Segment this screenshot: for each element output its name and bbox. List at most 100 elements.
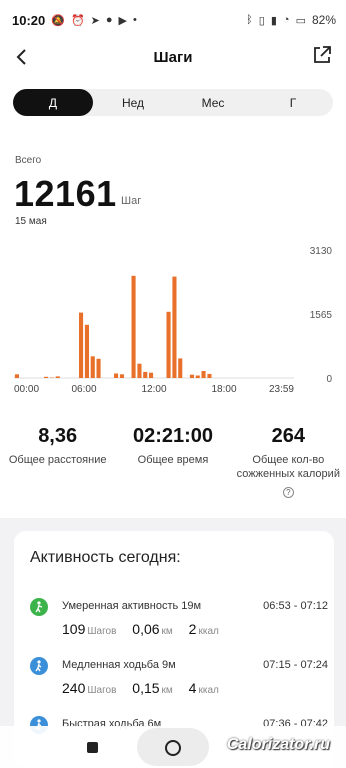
share-button[interactable] bbox=[312, 45, 336, 69]
kcal-unit: ккал bbox=[198, 626, 219, 637]
home-button[interactable] bbox=[137, 728, 209, 766]
steps-unit: Шагов bbox=[87, 626, 117, 637]
alarm-icon: ⏰ bbox=[70, 14, 85, 27]
activity-name: Медленная ходьба 9м bbox=[62, 659, 176, 671]
distance-label: Общее расстояние bbox=[8, 454, 107, 466]
kcal-unit: ккал bbox=[198, 685, 219, 696]
activity-name: Умеренная активность 19м bbox=[62, 600, 202, 612]
system-nav-bar: Calorizator.ru bbox=[0, 726, 346, 768]
bluetooth-icon: ᛒ bbox=[246, 14, 253, 26]
hiking-icon bbox=[30, 598, 48, 616]
activity-steps: 240 bbox=[62, 680, 86, 696]
notification-icons: 🔕 ⏰ ➤ ● ▶ • bbox=[51, 14, 137, 27]
chart-bar bbox=[172, 276, 177, 378]
chart-bar bbox=[195, 375, 200, 378]
status-bar: 10:20 🔕 ⏰ ➤ ● ▶ • ᛒ ▯ ▮ ◔ ▭ 82% bbox=[0, 0, 346, 40]
stat-calories: 264 Общее кол-во сожженных калорий ? bbox=[231, 425, 346, 500]
total-steps: 12161 bbox=[14, 173, 117, 214]
recents-button[interactable] bbox=[87, 742, 98, 753]
signal-icon: ▮ bbox=[270, 14, 277, 27]
activity-values: 109 Шагов 0,06 км 2 ккал bbox=[62, 621, 231, 637]
activity-distance: 0,06 bbox=[132, 621, 160, 637]
activity-time-range: 07:15 - 07:24 bbox=[263, 659, 328, 671]
x-tick-label: 23:59 bbox=[269, 384, 294, 395]
status-time: 10:20 bbox=[12, 12, 46, 28]
period-tabs: Д Нед Мес Г bbox=[13, 89, 333, 116]
watermark: Calorizator.ru bbox=[226, 736, 330, 753]
chart-bar bbox=[84, 324, 89, 378]
km-unit: км bbox=[161, 685, 173, 696]
chart-bar bbox=[189, 374, 194, 378]
chart-bar bbox=[149, 372, 154, 378]
more-notifications-icon: • bbox=[133, 13, 137, 26]
system-icons: ᛒ ▯ ▮ ◔ ▭ 82% bbox=[246, 13, 336, 27]
tab-week[interactable]: Нед bbox=[93, 89, 173, 116]
chart-bar bbox=[131, 275, 136, 378]
chevron-left-icon bbox=[16, 49, 26, 65]
telegram-icon: ➤ bbox=[90, 14, 100, 27]
walking-icon bbox=[30, 657, 48, 675]
y-tick-label: 3130 bbox=[310, 246, 333, 257]
chart-bar bbox=[119, 374, 124, 378]
steps-unit: Шагов bbox=[87, 685, 117, 696]
activity-steps: 109 bbox=[62, 621, 86, 637]
distance-value: 8,36 bbox=[38, 425, 78, 447]
chart-bar bbox=[55, 376, 60, 378]
wifi-icon: ◔ bbox=[282, 14, 290, 26]
chart-bar bbox=[14, 374, 19, 378]
tab-day[interactable]: Д bbox=[13, 89, 93, 116]
vibrate-icon: ▯ bbox=[258, 14, 265, 27]
chart-bar bbox=[114, 373, 119, 378]
chart-bar bbox=[90, 356, 95, 378]
activity-calories: 2 bbox=[188, 621, 197, 637]
share-icon bbox=[314, 46, 331, 63]
x-tick-label: 06:00 bbox=[71, 384, 96, 395]
y-tick-label: 1565 bbox=[310, 310, 333, 321]
total-label: Всего bbox=[15, 155, 42, 166]
steps-bar-chart: 3130 1565 0 00:00 06:00 12:00 18:00 23:59 bbox=[14, 246, 333, 395]
battery-level: 82% bbox=[311, 13, 336, 27]
activity-calories: 4 bbox=[188, 680, 197, 696]
activity-title: Активность сегодня: bbox=[30, 549, 181, 566]
summary-date: 15 мая bbox=[15, 216, 47, 227]
steps-chart: 3130 1565 0 00:00 06:00 12:00 18:00 23:59 bbox=[14, 240, 334, 400]
stat-time: 02:21:00 Общее время bbox=[115, 425, 230, 500]
chart-bar bbox=[96, 358, 101, 378]
stat-distance: 8,36 Общее расстояние bbox=[0, 425, 115, 500]
activity-item[interactable]: Медленная ходьба 9м 07:15 - 07:24 240 Шаг… bbox=[28, 655, 328, 715]
time-value: 02:21:00 bbox=[132, 425, 214, 447]
home-icon bbox=[165, 740, 181, 756]
chart-bar bbox=[178, 358, 183, 378]
chart-bar bbox=[44, 376, 49, 378]
back-button[interactable] bbox=[10, 44, 34, 70]
chart-bar bbox=[207, 373, 212, 378]
chart-bar bbox=[79, 312, 84, 378]
time-label: Общее время bbox=[137, 454, 209, 466]
battery-icon: ▭ bbox=[295, 14, 306, 27]
muted-alarm-icon: 🔕 bbox=[51, 14, 65, 27]
chart-bar bbox=[166, 311, 171, 378]
activity-values: 240 Шагов 0,15 км 4 ккал bbox=[62, 680, 231, 696]
x-tick-label: 12:00 bbox=[141, 384, 166, 395]
stats-row: 8,36 Общее расстояние 02:21:00 Общее вре… bbox=[0, 425, 346, 500]
app-header: Шаги bbox=[0, 40, 346, 74]
help-icon[interactable]: ? bbox=[282, 486, 294, 498]
page-title: Шаги bbox=[153, 48, 193, 66]
chart-bar bbox=[143, 371, 148, 378]
calories-label: Общее кол-во сожженных калорий bbox=[236, 454, 340, 480]
youtube-icon: ▶ bbox=[118, 14, 127, 27]
chart-bar bbox=[137, 363, 142, 378]
x-tick-label: 18:00 bbox=[211, 384, 236, 395]
activity-distance: 0,15 bbox=[132, 680, 160, 696]
activity-time-range: 06:53 - 07:12 bbox=[263, 600, 328, 612]
chart-bar bbox=[201, 371, 206, 378]
tab-year[interactable]: Г bbox=[253, 89, 333, 116]
x-tick-label: 00:00 bbox=[14, 384, 39, 395]
tab-month[interactable]: Мес bbox=[173, 89, 253, 116]
calories-value: 264 bbox=[271, 425, 305, 447]
y-tick-label: 0 bbox=[326, 374, 332, 385]
km-unit: км bbox=[161, 626, 173, 637]
steps-unit: Шаг bbox=[121, 195, 142, 207]
messenger-icon: ● bbox=[105, 13, 113, 26]
activity-item[interactable]: Умеренная активность 19м 06:53 - 07:12 1… bbox=[28, 596, 328, 656]
